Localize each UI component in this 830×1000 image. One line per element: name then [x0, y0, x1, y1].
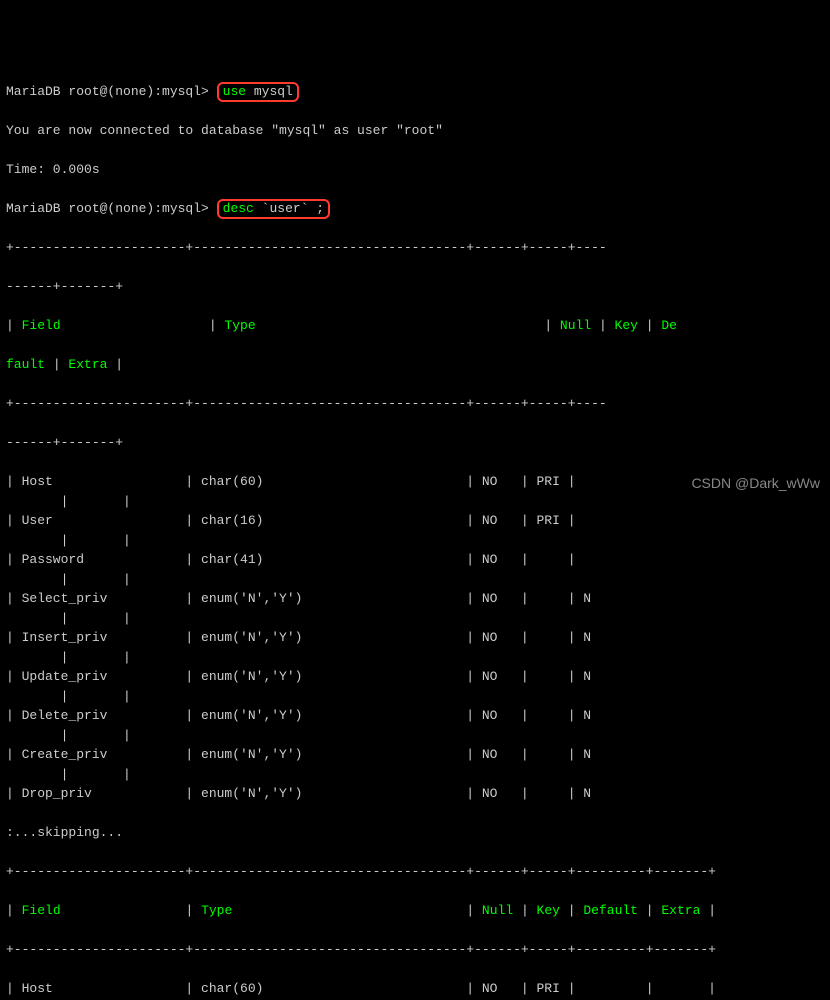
table-row: | Update_priv | enum('N','Y') | NO | | N: [6, 667, 824, 687]
table-row: | User | char(16) | NO | PRI |: [6, 511, 824, 531]
blank-sep-2: ------+-------+: [6, 433, 824, 453]
fhd: |: [513, 903, 536, 918]
table-rows: | Host | char(60) | NO | PRI | | || User…: [6, 472, 824, 804]
sep-mid: +----------------------+----------------…: [6, 394, 824, 414]
fhg: |: [700, 903, 716, 918]
highlight-box-2: desc `user` ;: [217, 199, 330, 219]
header-row-1: | Field | Type | Null | Key | De: [6, 316, 824, 336]
highlight-box-1: use mysql: [217, 82, 299, 102]
cmd-desc: desc: [223, 201, 254, 216]
table-row: | Insert_priv | enum('N','Y') | NO | | N: [6, 628, 824, 648]
footer-col-null: Null: [482, 903, 513, 918]
cmd-use-arg: mysql: [246, 84, 293, 99]
col-field: Field: [22, 318, 61, 333]
footer-col-extra: Extra: [661, 903, 700, 918]
col-key: Key: [615, 318, 638, 333]
cmd-desc-arg: `user` ;: [254, 201, 324, 216]
table-row: | Drop_priv | enum('N','Y') | NO | | N: [6, 784, 824, 804]
h1e: |: [638, 318, 661, 333]
footer-header: | Field | Type | Null | Key | Default | …: [6, 901, 824, 921]
header-row-2: fault | Extra |: [6, 355, 824, 375]
sep-foot-1: +----------------------+----------------…: [6, 862, 824, 882]
fhc: |: [232, 903, 482, 918]
col-null: Null: [560, 318, 591, 333]
prompt-line-1: MariaDB root@(none):mysql> use mysql: [6, 82, 824, 102]
table-row-cont: | |: [6, 765, 824, 785]
prompt-prefix-2: MariaDB root@(none):mysql>: [6, 201, 217, 216]
footer-row-1: | Host | char(60) | NO | PRI | | |: [6, 979, 824, 999]
h1d: |: [591, 318, 614, 333]
table-row-cont: | |: [6, 570, 824, 590]
table-row: | Select_priv | enum('N','Y') | NO | | N: [6, 589, 824, 609]
col-de: De: [661, 318, 677, 333]
prompt-prefix: MariaDB root@(none):mysql>: [6, 84, 217, 99]
table-row: | Create_priv | enum('N','Y') | NO | | N: [6, 745, 824, 765]
table-row-cont: | |: [6, 648, 824, 668]
footer-col-type: Type: [201, 903, 232, 918]
skipping: :...skipping...: [6, 823, 824, 843]
sep-foot-2: +----------------------+----------------…: [6, 940, 824, 960]
sep-top: +----------------------+----------------…: [6, 238, 824, 258]
fha: |: [6, 903, 22, 918]
table-row-cont: | |: [6, 687, 824, 707]
footer-col-field: Field: [22, 903, 61, 918]
fhf: |: [638, 903, 661, 918]
response-line: You are now connected to database "mysql…: [6, 121, 824, 141]
h2b: |: [45, 357, 68, 372]
h1a: |: [6, 318, 22, 333]
h1c: |: [256, 318, 560, 333]
table-row-cont: | |: [6, 492, 824, 512]
table-row: | Password | char(41) | NO | |: [6, 550, 824, 570]
time-line: Time: 0.000s: [6, 160, 824, 180]
cmd-use: use: [223, 84, 246, 99]
h1b: |: [61, 318, 225, 333]
fhe: |: [560, 903, 583, 918]
footer-col-default: Default: [583, 903, 638, 918]
table-row-cont: | |: [6, 609, 824, 629]
table-row-cont: | |: [6, 531, 824, 551]
blank-sep: ------+-------+: [6, 277, 824, 297]
h2c: |: [107, 357, 123, 372]
prompt-line-2: MariaDB root@(none):mysql> desc `user` ;: [6, 199, 824, 219]
footer-col-key: Key: [537, 903, 560, 918]
col-extra: Extra: [68, 357, 107, 372]
col-default-wrap: fault: [6, 357, 45, 372]
table-row: | Delete_priv | enum('N','Y') | NO | | N: [6, 706, 824, 726]
table-row-cont: | |: [6, 726, 824, 746]
col-type: Type: [224, 318, 255, 333]
fhb: |: [61, 903, 201, 918]
watermark: CSDN @Dark_wWw: [691, 473, 820, 494]
